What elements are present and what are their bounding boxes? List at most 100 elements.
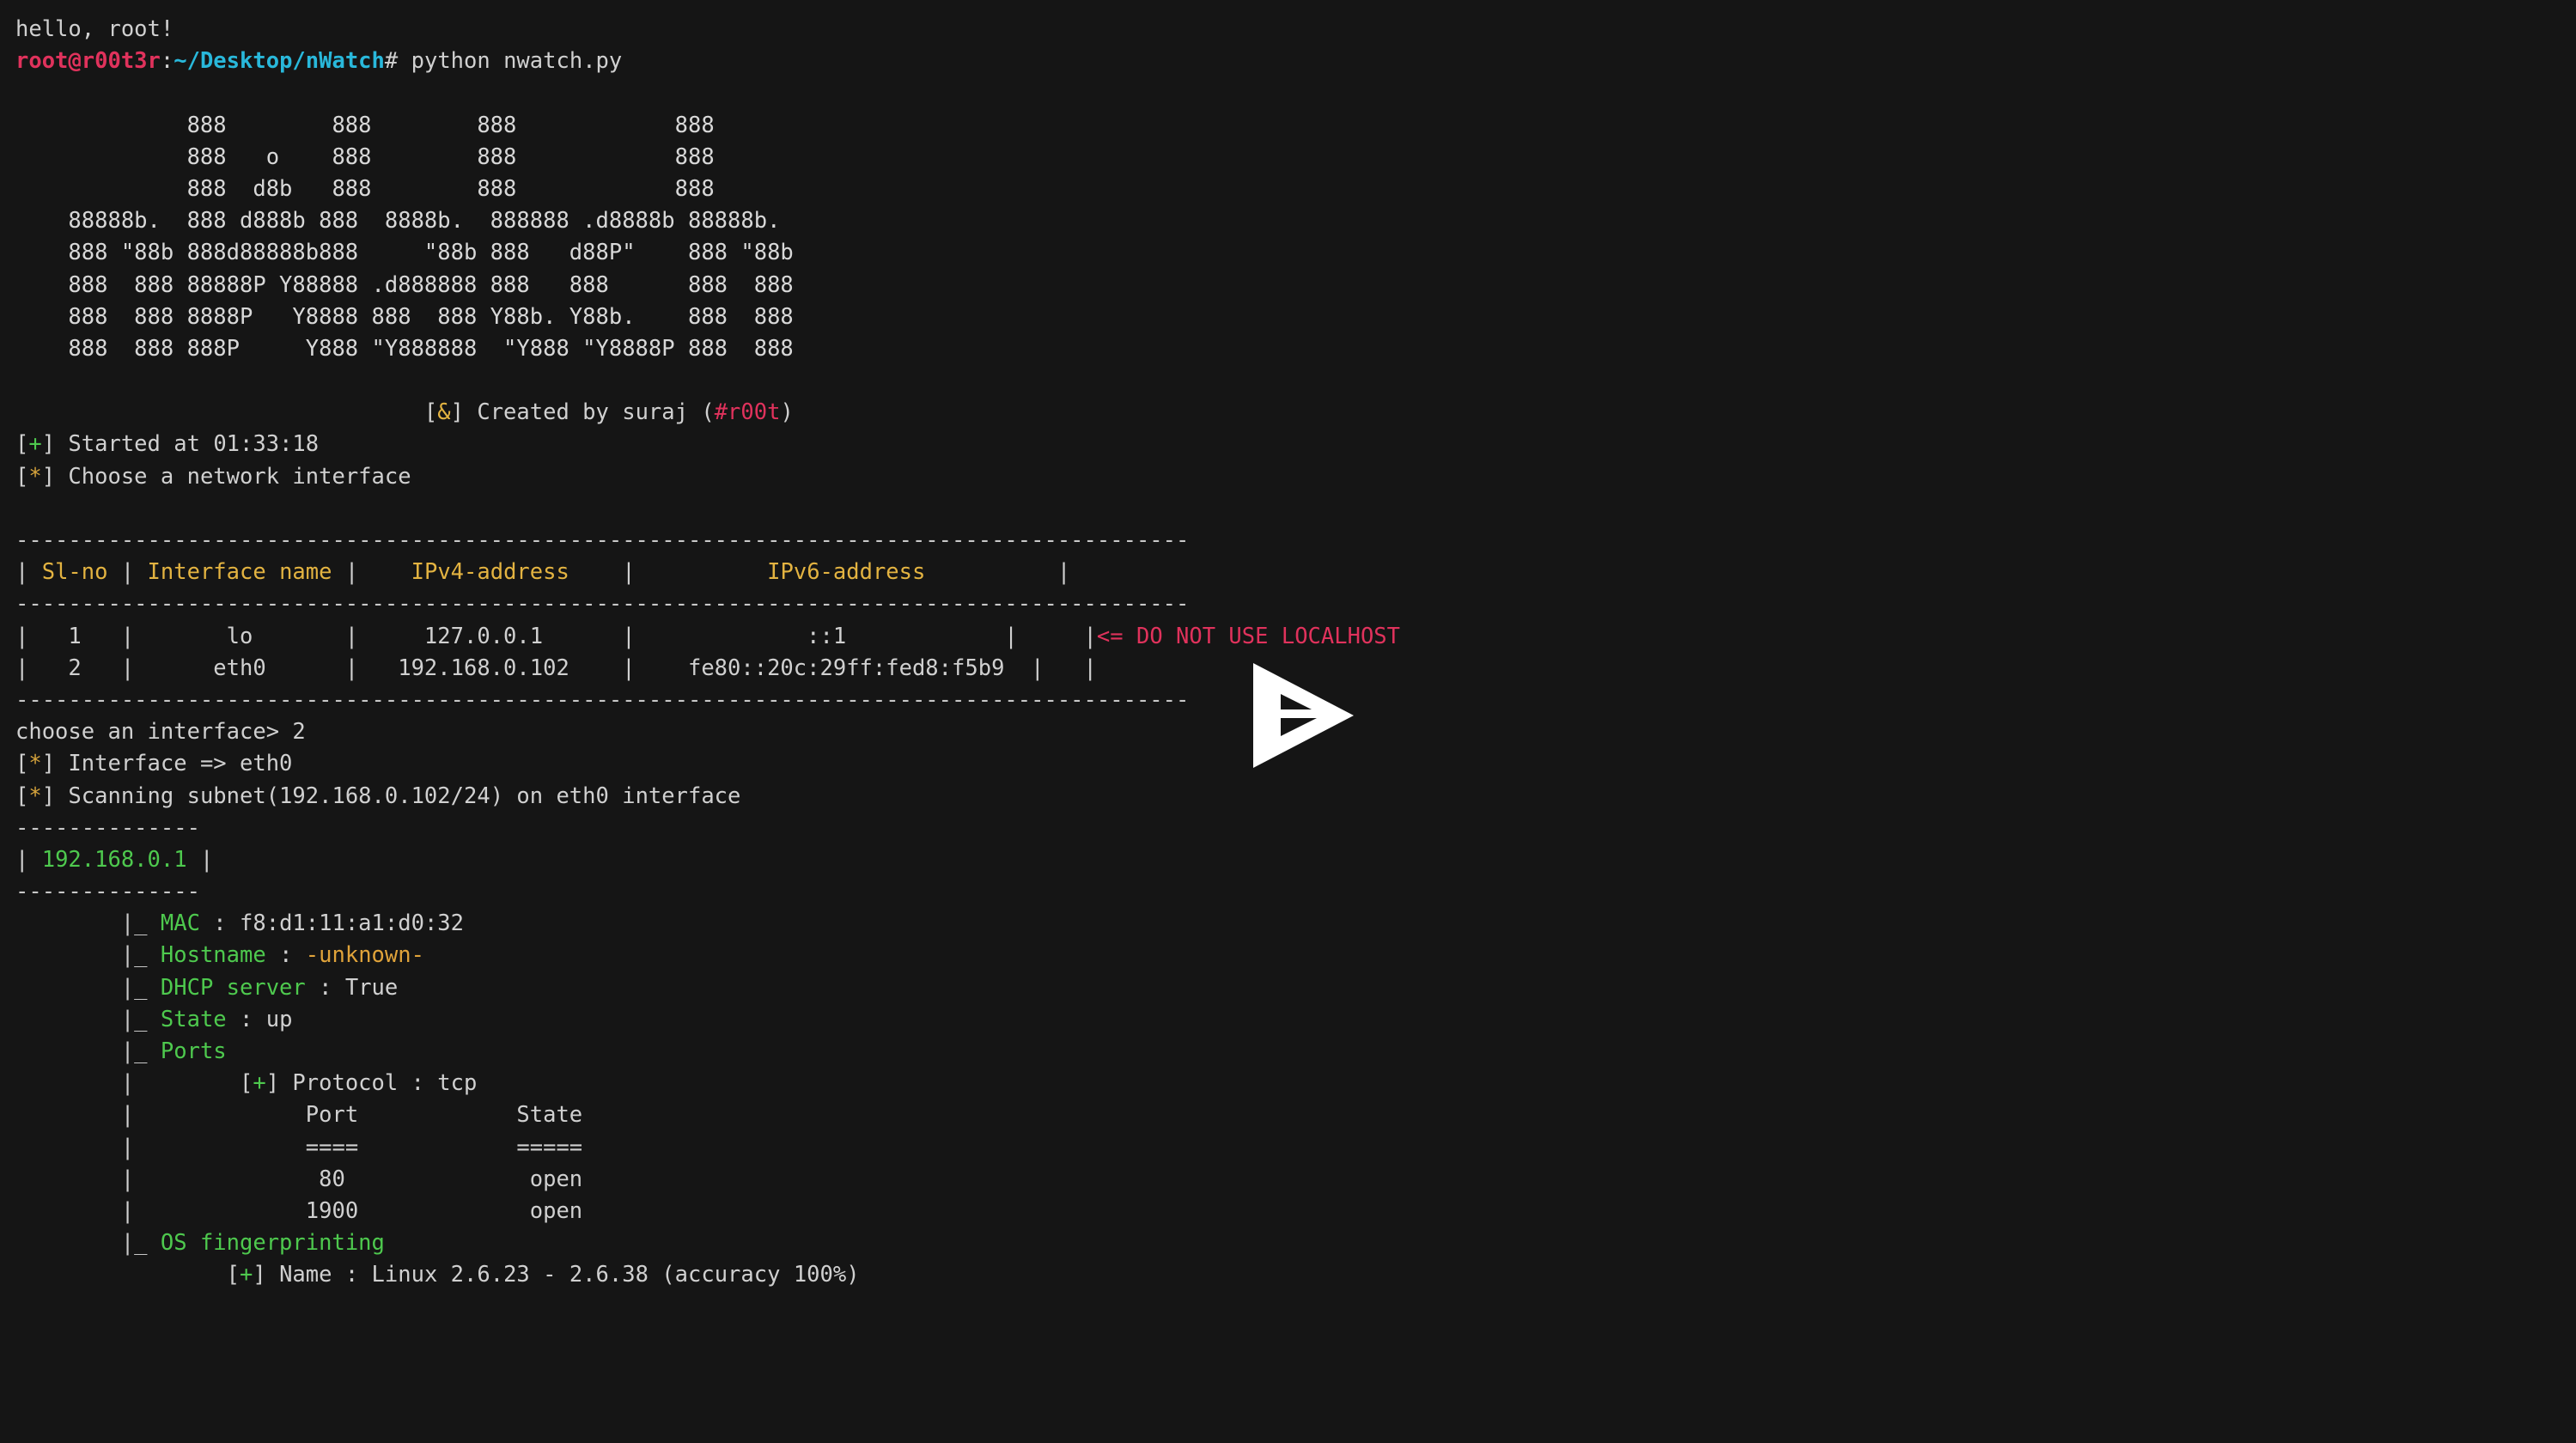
interface-selected-text: ] Interface => eth0 [41, 751, 293, 777]
started-line: [+] Started at 01:33:18 [15, 429, 2576, 460]
interface-bracket-open: [ [15, 751, 29, 777]
shell-prompt-line: root@r00t3r:~/Desktop/nWatch# python nwa… [15, 46, 2576, 77]
column-header-interface-name: Interface name [147, 559, 332, 586]
banner-line-2: 888 o 888 888 888 [15, 143, 715, 170]
os-indent [121, 1262, 227, 1288]
prompt-sigil: # [384, 48, 411, 75]
plus-icon: + [240, 1262, 253, 1288]
scanning-line: [*] Scanning subnet(192.168.0.102/24) on… [15, 781, 2576, 813]
table-header-row: | Sl-no | Interface name | IPv4-address … [15, 559, 1071, 586]
credit-handle: #r00t [714, 399, 781, 426]
prompt-command: python nwatch.py [411, 48, 623, 75]
choose-input-value: 2 [292, 719, 306, 746]
field-label-state: State [160, 1006, 227, 1032]
os-bracket-open: [ [226, 1262, 241, 1288]
field-separator: : [305, 974, 345, 1001]
ports-table-header: | Port State [15, 1099, 2576, 1131]
branch-glyph: |_ [120, 974, 161, 1001]
branch-glyph: |_ [120, 1038, 161, 1064]
protocol-text: ] Protocol : tcp [265, 1070, 478, 1097]
field-separator: : [226, 1006, 266, 1032]
banner-line-7: 888 888 8888P Y8888 888 888 Y88b. Y88b. … [15, 303, 794, 330]
host-ip-prefix: | [15, 846, 42, 873]
field-separator: : [199, 910, 241, 937]
host-ip-line: | 192.168.0.1 | [15, 844, 2576, 876]
ports-table-row: | 80 open [15, 1164, 2576, 1196]
host-field-mac: |_ MAC : f8:d1:11:a1:d0:32 [15, 908, 2576, 940]
scanning-bracket-open: [ [15, 782, 29, 809]
protocol-line: | [+] Protocol : tcp [15, 1068, 2576, 1099]
ports-table-row: | 1900 open [15, 1196, 2576, 1227]
localhost-warning: <= DO NOT USE LOCALHOST [1096, 623, 1401, 649]
port-row-80: | 80 open [120, 1166, 583, 1192]
table-rule-mid: ----------------------------------------… [15, 591, 1190, 618]
credit-close-paren: ) [780, 399, 794, 426]
branch-glyph: |_ [120, 942, 161, 969]
os-label-text: ] Name : [253, 1262, 372, 1288]
terminal-window: hello, root! root@r00t3r:~/Desktop/nWatc… [0, 0, 2576, 1443]
asterisk-icon: * [28, 782, 42, 809]
choose-input-prompt: choose an interface> [15, 719, 293, 746]
field-value-mac: f8:d1:11:a1:d0:32 [240, 910, 465, 937]
branch-glyph: |_ [120, 1230, 161, 1257]
ports-divider-text: | ==== ===== [120, 1134, 583, 1160]
banner-line-6: 888 888 88888P Y88888 .d888888 888 888 8… [15, 271, 794, 298]
banner-line-4: 88888b. 888 d888b 888 8888b. 888888 .d88… [15, 208, 781, 234]
field-label-ports: Ports [160, 1038, 227, 1064]
ports-header-text: | Port State [120, 1102, 583, 1129]
field-value-hostname: -unknown- [305, 942, 424, 969]
greeting-text: hello, root! [15, 16, 174, 42]
banner-line-8: 888 888 888P Y888 "Y888888 "Y888 "Y8888P… [15, 335, 794, 362]
plus-icon: + [28, 431, 42, 458]
started-bracket-open: [ [15, 431, 29, 458]
asterisk-icon: * [28, 463, 42, 490]
table-row[interactable]: | 1 | lo | 127.0.0.1 | ::1 | |<= DO NOT … [15, 621, 2576, 653]
scanning-text: ] Scanning subnet(192.168.0.102/24) on e… [41, 782, 741, 809]
host-rule-top: -------------- [15, 814, 200, 841]
greeting-line: hello, root! [15, 14, 2576, 46]
row-1-text: | 1 | lo | 127.0.0.1 | ::1 | [15, 623, 1018, 649]
play-button[interactable] [1250, 660, 1357, 771]
credit-bracket-open: [ [423, 399, 438, 426]
spacer-before-table [15, 493, 2576, 525]
spacer-after-banner [15, 365, 2576, 397]
banner-line-1: 888 888 888 888 [15, 112, 715, 138]
choose-interface-text: ] Choose a network interface [41, 463, 411, 490]
field-label-dhcp-server: DHCP server [160, 974, 306, 1001]
field-label-os-fingerprinting: OS fingerprinting [160, 1230, 385, 1257]
started-time: 01:33:18 [213, 431, 320, 458]
ports-table-divider: | ==== ===== [15, 1132, 2576, 1164]
column-header-ipv4: IPv4-address [411, 559, 569, 586]
field-value-state: up [265, 1006, 293, 1032]
choose-interface-line: [*] Choose a network interface [15, 461, 2576, 493]
host-field-hostname: |_ Hostname : -unknown- [15, 940, 2576, 971]
field-label-mac: MAC [160, 910, 200, 937]
os-name-line: [+] Name : Linux 2.6.23 - 2.6.38 (accura… [15, 1259, 2576, 1291]
pipe-glyph: | [120, 1070, 240, 1097]
started-text: ] Started at [41, 431, 214, 458]
asterisk-icon: * [28, 751, 42, 777]
field-value-dhcp-server: True [344, 974, 399, 1001]
host-field-ports: |_ Ports [15, 1036, 2576, 1068]
os-name-value: Linux 2.6.23 - 2.6.38 (accuracy 100%) [371, 1262, 860, 1288]
credit-line: [&] Created by suraj (#r00t) [15, 397, 2576, 429]
column-header-sl-no: Sl-no [41, 559, 108, 586]
prompt-user-host: root@r00t3r [15, 48, 161, 75]
spacer-after-prompt [15, 77, 2576, 109]
branch-glyph: |_ [120, 910, 161, 937]
host-field-dhcp: |_ DHCP server : True [15, 972, 2576, 1004]
credit-text: ] Created by suraj ( [450, 399, 715, 426]
field-label-hostname: Hostname [160, 942, 266, 969]
prompt-colon: : [160, 48, 174, 75]
branch-glyph: |_ [120, 1006, 161, 1032]
column-header-ipv6: IPv6-address [767, 559, 926, 586]
port-row-1900: | 1900 open [120, 1197, 583, 1224]
host-field-state: |_ State : up [15, 1004, 2576, 1036]
play-icon [1253, 663, 1354, 768]
banner-line-3: 888 d8b 888 888 888 [15, 175, 715, 202]
prompt-path: ~/Desktop/nWatch [174, 48, 385, 75]
banner-line-5: 888 "88b 888d88888b888 "88b 888 d88P" 88… [15, 240, 794, 266]
protocol-bracket-open: [ [240, 1070, 253, 1097]
host-field-os-fingerprinting: |_ OS fingerprinting [15, 1227, 2576, 1259]
choose-bracket-open: [ [15, 463, 29, 490]
